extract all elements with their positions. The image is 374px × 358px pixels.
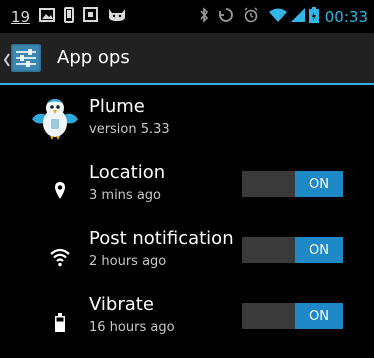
op-last-used: 2 hours ago [89,254,167,269]
op-last-used: 3 mins ago [89,188,161,203]
app-ops-screen: 19 00:33 App ops Plume version 5.33 Loca… [0,0,374,358]
toggle-on-label: ON [295,237,343,263]
cat-icon [107,7,127,26]
toggle-on-label: ON [295,171,343,197]
status-bar-left: 19 [11,0,136,33]
status-time: 00:33 [324,7,368,26]
op-row-post-notification: Post notification 2 hours ago ON [0,226,374,288]
back-caret-icon[interactable] [3,52,11,71]
gallery-icon [39,7,56,26]
settings-sliders-icon[interactable] [11,44,41,72]
op-title: Vibrate [89,294,154,315]
app-header: Plume version 5.33 [0,85,374,155]
plume-bird-icon [30,97,80,141]
op-title: Location [89,162,166,183]
op-row-vibrate: Vibrate 16 hours ago ON [0,292,374,354]
phone-icon [64,6,75,27]
alarm-icon [243,7,259,27]
battery-icon [50,310,70,336]
notification-count: 19 [11,7,31,26]
app-name: Plume [89,96,145,117]
battery-icon [308,6,319,27]
wifi-icon [50,244,70,270]
app-version: version 5.33 [89,122,170,137]
post-notification-toggle[interactable]: ON [242,237,343,263]
op-title: Post notification [89,228,234,249]
sync-icon [218,7,234,27]
vibrate-toggle[interactable]: ON [242,303,343,329]
location-pin-icon [50,178,70,204]
status-bar: 19 00:33 [0,0,374,33]
op-last-used: 16 hours ago [89,320,175,335]
bluetooth-icon [199,6,209,27]
action-bar: App ops [0,33,374,85]
status-bar-right: 00:33 [199,0,368,33]
page-title: App ops [57,47,130,68]
toggle-on-label: ON [295,303,343,329]
calendar-icon [83,7,99,26]
op-row-location: Location 3 mins ago ON [0,160,374,222]
wifi-icon [268,7,288,27]
location-toggle[interactable]: ON [242,171,343,197]
signal-icon [290,7,305,27]
